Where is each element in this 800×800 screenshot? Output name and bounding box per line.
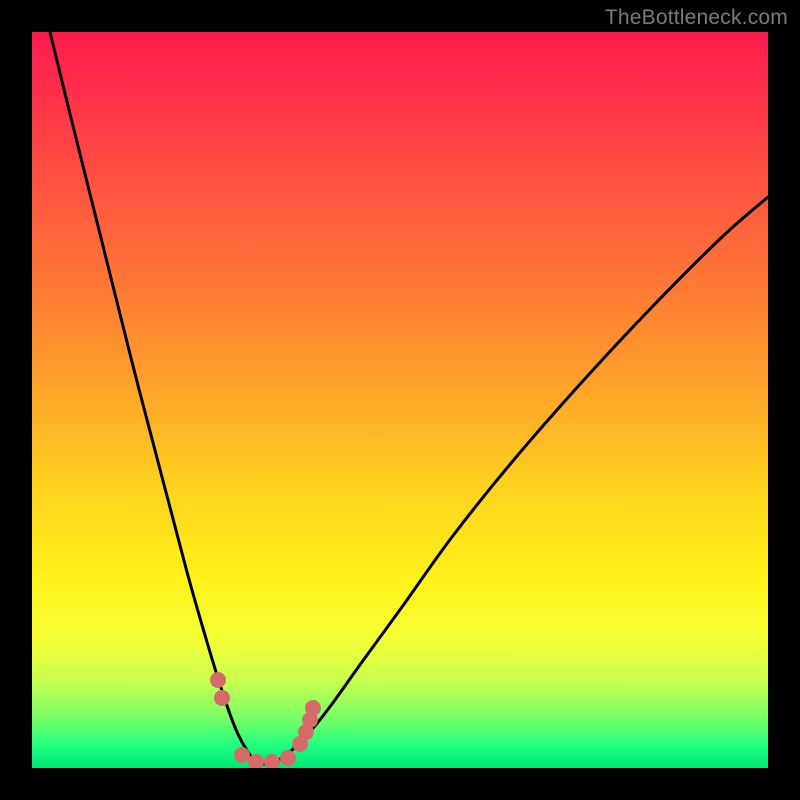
bottleneck-curve [50, 32, 768, 764]
badfit-dot [264, 754, 280, 768]
chart-svg [32, 32, 768, 768]
badfit-dot [234, 747, 250, 763]
badfit-dot [280, 750, 296, 766]
badfit-dot [305, 700, 321, 716]
chart-frame: TheBottleneck.com [0, 0, 800, 800]
badfit-dot [210, 672, 226, 688]
badfit-markers [210, 672, 321, 768]
badfit-dot [214, 690, 230, 706]
watermark-text: TheBottleneck.com [605, 6, 788, 30]
plot-area [32, 32, 768, 768]
